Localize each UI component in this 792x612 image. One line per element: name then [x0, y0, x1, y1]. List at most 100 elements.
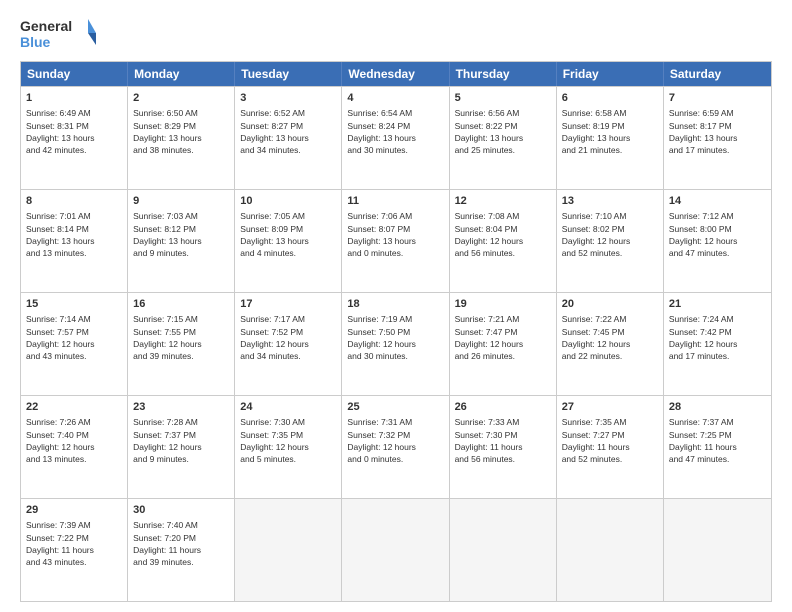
calendar-cell: 3Sunrise: 6:52 AMSunset: 8:27 PMDaylight…: [235, 87, 342, 189]
cell-line: and 26 minutes.: [455, 350, 551, 362]
cell-line: and 30 minutes.: [347, 350, 443, 362]
day-number: 21: [669, 297, 766, 312]
cell-line: and 25 minutes.: [455, 144, 551, 156]
cell-line: and 17 minutes.: [669, 350, 766, 362]
cell-line: Sunrise: 7:17 AM: [240, 313, 336, 325]
cell-line: and 47 minutes.: [669, 247, 766, 259]
cell-line: Daylight: 12 hours: [562, 235, 658, 247]
cell-line: Daylight: 13 hours: [240, 235, 336, 247]
calendar-header-cell: Saturday: [664, 62, 771, 86]
cell-line: and 0 minutes.: [347, 453, 443, 465]
cell-line: Sunset: 8:17 PM: [669, 120, 766, 132]
day-number: 13: [562, 194, 658, 209]
calendar-cell: 4Sunrise: 6:54 AMSunset: 8:24 PMDaylight…: [342, 87, 449, 189]
cell-line: Sunrise: 7:24 AM: [669, 313, 766, 325]
cell-line: Daylight: 12 hours: [669, 235, 766, 247]
cell-line: Sunset: 7:50 PM: [347, 326, 443, 338]
calendar-header-cell: Thursday: [450, 62, 557, 86]
cell-line: Sunset: 8:27 PM: [240, 120, 336, 132]
cell-line: Sunrise: 6:59 AM: [669, 107, 766, 119]
calendar-row: 1Sunrise: 6:49 AMSunset: 8:31 PMDaylight…: [21, 86, 771, 189]
day-number: 12: [455, 194, 551, 209]
cell-line: Sunset: 8:29 PM: [133, 120, 229, 132]
cell-line: Sunset: 8:12 PM: [133, 223, 229, 235]
cell-line: and 13 minutes.: [26, 247, 122, 259]
day-number: 2: [133, 91, 229, 106]
cell-line: and 43 minutes.: [26, 556, 122, 568]
cell-line: Sunset: 7:35 PM: [240, 429, 336, 441]
cell-line: Sunset: 7:37 PM: [133, 429, 229, 441]
calendar-cell: 19Sunrise: 7:21 AMSunset: 7:47 PMDayligh…: [450, 293, 557, 395]
calendar-cell: 27Sunrise: 7:35 AMSunset: 7:27 PMDayligh…: [557, 396, 664, 498]
calendar-cell: 22Sunrise: 7:26 AMSunset: 7:40 PMDayligh…: [21, 396, 128, 498]
cell-line: Sunset: 7:30 PM: [455, 429, 551, 441]
cell-line: Daylight: 13 hours: [133, 132, 229, 144]
cell-line: Sunrise: 6:52 AM: [240, 107, 336, 119]
cell-line: Sunrise: 6:58 AM: [562, 107, 658, 119]
calendar-cell: 2Sunrise: 6:50 AMSunset: 8:29 PMDaylight…: [128, 87, 235, 189]
day-number: 1: [26, 91, 122, 106]
calendar-cell: 26Sunrise: 7:33 AMSunset: 7:30 PMDayligh…: [450, 396, 557, 498]
cell-line: Daylight: 11 hours: [133, 544, 229, 556]
calendar-cell: 9Sunrise: 7:03 AMSunset: 8:12 PMDaylight…: [128, 190, 235, 292]
cell-line: and 56 minutes.: [455, 453, 551, 465]
cell-line: Sunrise: 7:08 AM: [455, 210, 551, 222]
cell-line: Daylight: 12 hours: [347, 441, 443, 453]
day-number: 11: [347, 194, 443, 209]
day-number: 7: [669, 91, 766, 106]
cell-line: Sunrise: 7:15 AM: [133, 313, 229, 325]
cell-line: Sunset: 8:09 PM: [240, 223, 336, 235]
cell-line: and 0 minutes.: [347, 247, 443, 259]
calendar-cell: 11Sunrise: 7:06 AMSunset: 8:07 PMDayligh…: [342, 190, 449, 292]
cell-line: Sunrise: 7:14 AM: [26, 313, 122, 325]
day-number: 4: [347, 91, 443, 106]
cell-line: Sunrise: 7:01 AM: [26, 210, 122, 222]
cell-line: Sunrise: 7:19 AM: [347, 313, 443, 325]
cell-line: Sunrise: 7:03 AM: [133, 210, 229, 222]
cell-line: and 21 minutes.: [562, 144, 658, 156]
cell-line: and 5 minutes.: [240, 453, 336, 465]
cell-line: Sunrise: 7:31 AM: [347, 416, 443, 428]
day-number: 14: [669, 194, 766, 209]
calendar-row: 22Sunrise: 7:26 AMSunset: 7:40 PMDayligh…: [21, 395, 771, 498]
cell-line: Daylight: 12 hours: [133, 441, 229, 453]
calendar-header: SundayMondayTuesdayWednesdayThursdayFrid…: [21, 62, 771, 86]
calendar-cell: 25Sunrise: 7:31 AMSunset: 7:32 PMDayligh…: [342, 396, 449, 498]
cell-line: Daylight: 13 hours: [26, 235, 122, 247]
calendar-row: 15Sunrise: 7:14 AMSunset: 7:57 PMDayligh…: [21, 292, 771, 395]
cell-line: Sunset: 7:52 PM: [240, 326, 336, 338]
cell-line: and 9 minutes.: [133, 453, 229, 465]
calendar-header-cell: Wednesday: [342, 62, 449, 86]
cell-line: Daylight: 12 hours: [133, 338, 229, 350]
calendar-cell: [557, 499, 664, 601]
cell-line: Daylight: 12 hours: [669, 338, 766, 350]
calendar-cell: 7Sunrise: 6:59 AMSunset: 8:17 PMDaylight…: [664, 87, 771, 189]
cell-line: Daylight: 12 hours: [562, 338, 658, 350]
day-number: 25: [347, 400, 443, 415]
cell-line: Sunset: 7:25 PM: [669, 429, 766, 441]
calendar-body: 1Sunrise: 6:49 AMSunset: 8:31 PMDaylight…: [21, 86, 771, 601]
cell-line: Sunset: 8:19 PM: [562, 120, 658, 132]
cell-line: Sunset: 7:27 PM: [562, 429, 658, 441]
day-number: 8: [26, 194, 122, 209]
cell-line: and 47 minutes.: [669, 453, 766, 465]
day-number: 9: [133, 194, 229, 209]
calendar-cell: [450, 499, 557, 601]
calendar-cell: 14Sunrise: 7:12 AMSunset: 8:00 PMDayligh…: [664, 190, 771, 292]
day-number: 17: [240, 297, 336, 312]
cell-line: and 39 minutes.: [133, 556, 229, 568]
calendar-cell: 29Sunrise: 7:39 AMSunset: 7:22 PMDayligh…: [21, 499, 128, 601]
cell-line: and 30 minutes.: [347, 144, 443, 156]
calendar-cell: [342, 499, 449, 601]
cell-line: Sunset: 8:02 PM: [562, 223, 658, 235]
cell-line: Daylight: 11 hours: [26, 544, 122, 556]
cell-line: Daylight: 13 hours: [133, 235, 229, 247]
calendar-cell: 15Sunrise: 7:14 AMSunset: 7:57 PMDayligh…: [21, 293, 128, 395]
cell-line: Daylight: 13 hours: [347, 132, 443, 144]
cell-line: and 42 minutes.: [26, 144, 122, 156]
calendar-cell: 28Sunrise: 7:37 AMSunset: 7:25 PMDayligh…: [664, 396, 771, 498]
cell-line: Sunset: 7:55 PM: [133, 326, 229, 338]
svg-text:General: General: [20, 18, 72, 34]
cell-line: Sunset: 7:42 PM: [669, 326, 766, 338]
header: General Blue: [20, 15, 772, 53]
